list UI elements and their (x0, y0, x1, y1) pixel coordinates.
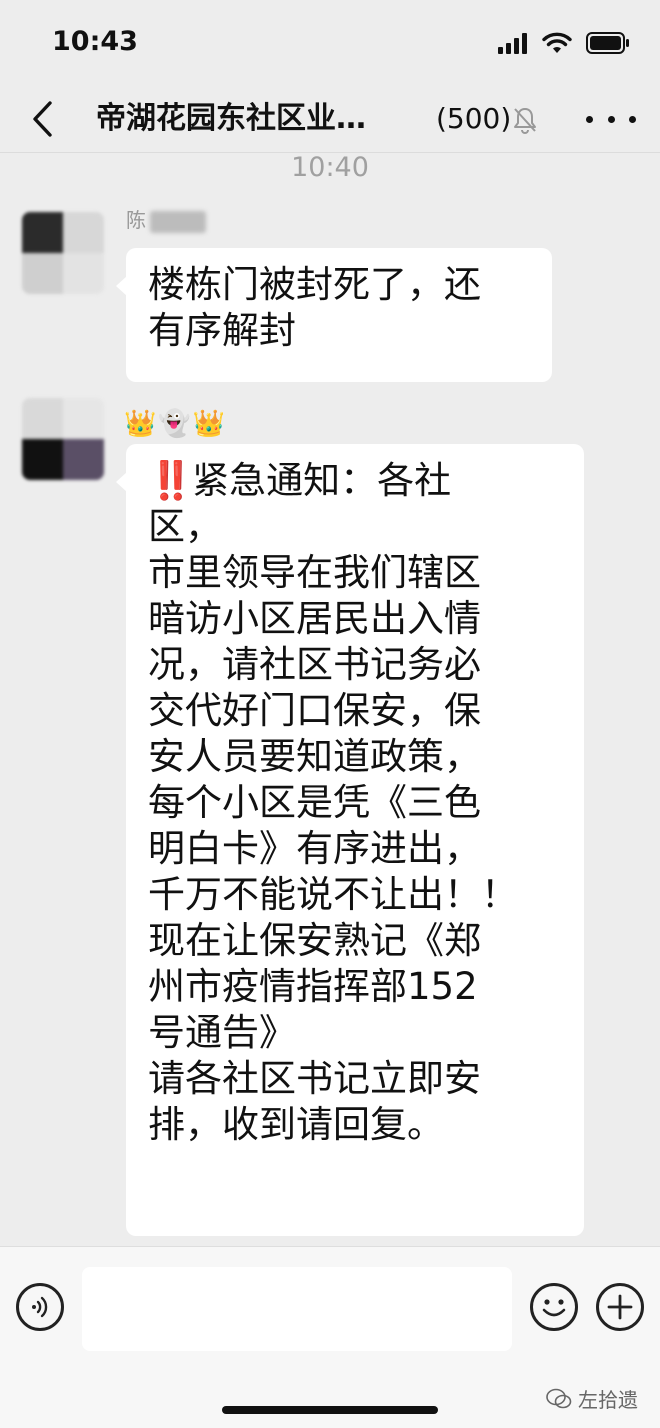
chat-nav-bar: 帝湖花园东社区业… (500) (0, 86, 660, 152)
message-bubble[interactable]: 楼栋门被封死了，还 有序解封 (116, 248, 552, 382)
sender-name-text: 陈 (126, 208, 146, 232)
status-time: 10:43 (52, 26, 138, 57)
more-button[interactable] (586, 104, 636, 134)
battery-icon (586, 32, 629, 54)
mute-bell-icon (514, 108, 536, 134)
more-actions-button[interactable] (596, 1283, 644, 1331)
voice-icon (32, 1296, 48, 1318)
watermark: 左拾遗 (546, 1384, 638, 1413)
avatar[interactable] (22, 212, 104, 294)
back-icon (33, 101, 52, 137)
watermark-text: 左拾遗 (578, 1388, 638, 1412)
sender-name: 陈 (126, 206, 206, 234)
message-text: 紧急通知：各社 区， 市里领导在我们辖区 暗访小区居民出入情 况，请社区书记务必… (148, 459, 518, 1146)
member-count: (500) (436, 102, 512, 135)
more-icon-dot (586, 115, 593, 123)
more-icon-dot (629, 115, 636, 123)
status-bar: 10:43 (0, 0, 660, 86)
emoji-icon (542, 1299, 566, 1317)
chat-title: 帝湖花园东社区业… (96, 101, 366, 136)
message-timestamp: 10:40 (291, 152, 369, 183)
wechat-watermark-icon (546, 1388, 572, 1408)
wifi-icon (542, 32, 572, 53)
sender-name: 👑👻👑 (124, 409, 228, 439)
status-icons (498, 30, 630, 56)
signal-icon (498, 33, 527, 54)
back-button[interactable] (22, 94, 62, 144)
message-input[interactable] (82, 1267, 512, 1351)
message-bubble[interactable]: ‼️紧急通知：各社 区， 市里领导在我们辖区 暗访小区居民出入情 况，请社区书记… (116, 444, 584, 1236)
avatar[interactable] (22, 398, 104, 480)
home-indicator (222, 1406, 438, 1414)
emoji-button[interactable] (530, 1283, 578, 1331)
voice-button[interactable] (16, 1283, 64, 1331)
name-redaction (150, 210, 206, 233)
more-icon-dot (607, 115, 615, 123)
alert-icon: ‼️ (148, 459, 194, 502)
plus-icon (607, 1294, 633, 1320)
